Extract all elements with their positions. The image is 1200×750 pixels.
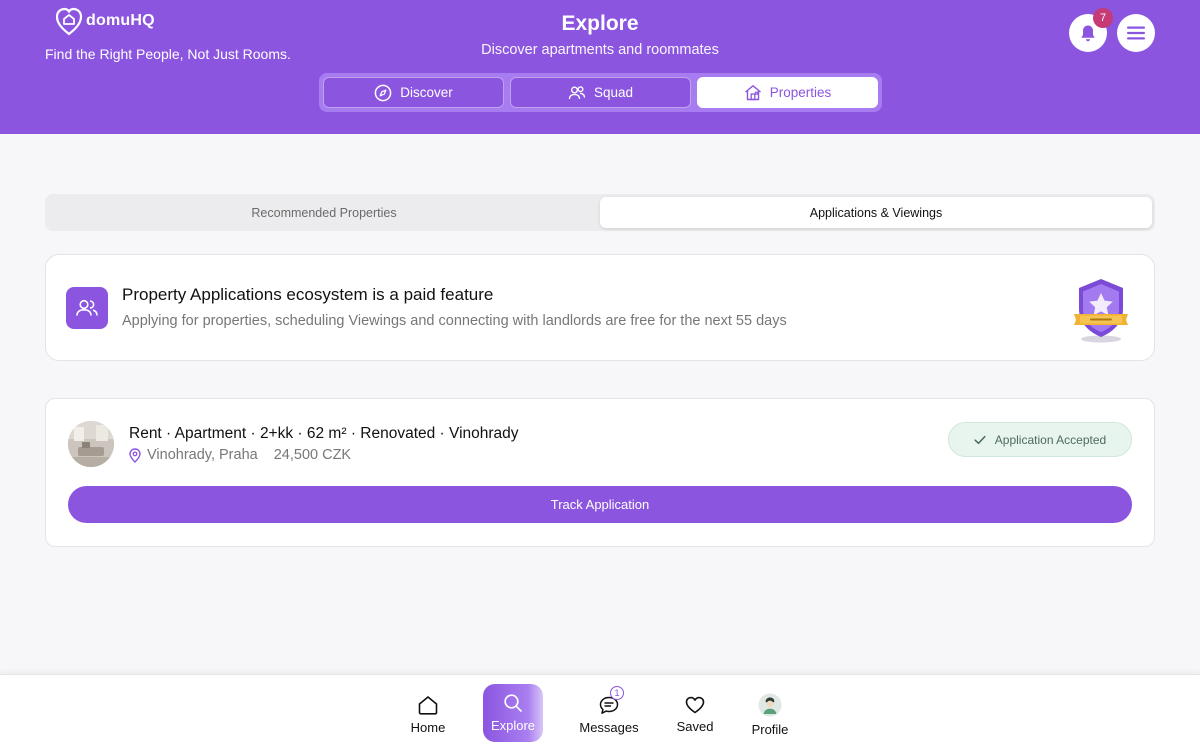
nav-saved[interactable]: Saved — [664, 685, 726, 745]
brand-logo[interactable]: domuHQ — [54, 4, 155, 38]
tab-squad[interactable]: Squad — [510, 77, 691, 108]
heart-home-logo-icon — [55, 7, 83, 36]
explore-tabs: Discover Squad Properties — [319, 73, 882, 112]
page-subtitle: Discover apartments and roommates — [481, 42, 719, 58]
application-card: Rent · Apartment · 2+kk · 62 m² · Renova… — [45, 398, 1155, 547]
location-pin-icon — [129, 447, 141, 463]
compass-icon — [374, 84, 392, 101]
listing-title[interactable]: Rent · Apartment · 2+kk · 62 m² · Renova… — [129, 425, 519, 443]
heart-icon — [685, 696, 705, 714]
nav-profile-label: Profile — [751, 722, 789, 737]
apartment-photo-icon — [68, 421, 114, 467]
avatar-icon — [758, 693, 782, 717]
paid-feature-card: Property Applications ecosystem is a pai… — [45, 254, 1155, 361]
property-thumbnail[interactable] — [68, 421, 114, 467]
check-icon — [974, 435, 986, 444]
application-status-badge: Application Accepted — [948, 422, 1132, 457]
track-application-button[interactable]: Track Application — [68, 486, 1132, 523]
users-icon — [76, 299, 98, 316]
tagline: Find the Right People, Not Just Rooms. — [45, 46, 291, 62]
feature-icon-box — [66, 287, 108, 329]
tab-properties-label: Properties — [769, 85, 832, 100]
bottom-navigation: Home Explore 1 Messages Saved Profile — [0, 674, 1200, 750]
page-title: Explore — [561, 12, 639, 35]
nav-saved-label: Saved — [676, 719, 714, 734]
notification-count-badge: 7 — [1093, 8, 1113, 28]
menu-button[interactable] — [1117, 14, 1155, 52]
feature-description: Applying for properties, scheduling View… — [122, 313, 787, 329]
segment-applications-viewings[interactable]: Applications & Viewings — [600, 197, 1152, 228]
title-block: Explore Discover apartments and roommate… — [400, 12, 800, 58]
bell-icon — [1081, 25, 1095, 41]
tab-squad-label: Squad — [593, 85, 634, 100]
nav-explore-label: Explore — [490, 718, 536, 733]
nav-profile[interactable]: Profile — [739, 685, 801, 745]
brand-name: domuHQ — [86, 12, 155, 29]
feature-title: Property Applications ecosystem is a pai… — [122, 285, 494, 304]
app-header: domuHQ Find the Right People, Not Just R… — [0, 0, 1200, 134]
house-icon — [744, 85, 761, 101]
people-icon — [568, 85, 586, 99]
listing-price: 24,500 CZK — [273, 447, 352, 463]
search-icon — [504, 694, 522, 712]
messages-count-badge: 1 — [610, 686, 624, 700]
hamburger-menu-icon — [1127, 26, 1145, 40]
nav-home-label: Home — [410, 720, 446, 735]
nav-messages-label: Messages — [579, 720, 639, 735]
segment-recommended-properties[interactable]: Recommended Properties — [48, 197, 600, 228]
application-status-text: Application Accepted — [994, 432, 1107, 447]
tab-properties[interactable]: Properties — [697, 77, 878, 108]
listing-location: Vinohrady, Praha — [147, 447, 258, 463]
tab-discover[interactable]: Discover — [323, 77, 504, 108]
listing-meta: Vinohrady, Praha 24,500 CZK — [129, 447, 351, 463]
tab-discover-label: Discover — [400, 85, 453, 100]
nav-explore[interactable]: Explore — [483, 684, 543, 742]
notifications-button[interactable]: 7 — [1069, 8, 1113, 52]
home-icon — [418, 696, 438, 715]
properties-segmented-control: Recommended Properties Applications & Vi… — [45, 194, 1155, 231]
nav-messages[interactable]: 1 Messages — [578, 685, 640, 745]
premium-shield-badge-icon — [1074, 279, 1128, 343]
nav-home[interactable]: Home — [397, 685, 459, 745]
